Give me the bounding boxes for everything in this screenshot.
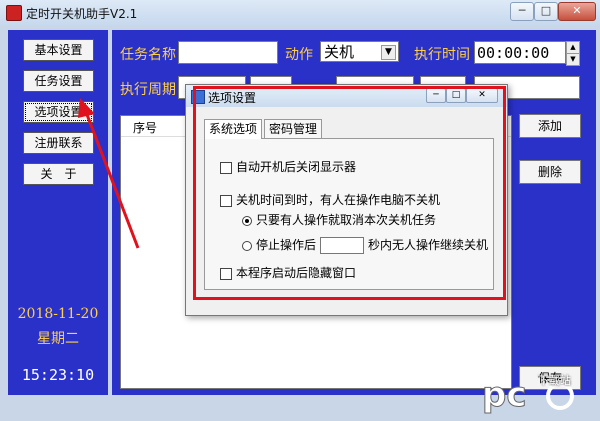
exec-time-label: 执行时间 xyxy=(414,47,470,63)
radio-cancel-button[interactable] xyxy=(242,215,252,226)
dialog-close-button[interactable]: ✕ xyxy=(466,88,498,103)
radio-stop-option[interactable]: 停止操作后 秒内无人操作继续关机 xyxy=(242,236,488,254)
minimize-button[interactable]: ─ xyxy=(510,2,534,21)
dialog-maximize-button[interactable]: □ xyxy=(446,88,466,103)
radio-stop-prefix: 停止操作后 xyxy=(256,238,317,252)
exec-time-input[interactable]: 00:00:00 xyxy=(474,41,566,64)
dialog-title-bar: 选项设置 ─ □ ✕ xyxy=(186,85,507,107)
no-shutdown-option[interactable]: 关机时间到时，有人在操作电脑不关机 xyxy=(220,191,440,208)
radio-stop-suffix: 秒内无人操作继续关机 xyxy=(368,238,489,252)
current-weekday: 星期二 xyxy=(37,331,79,347)
no-shutdown-checkbox[interactable] xyxy=(220,194,232,207)
dialog-minimize-button[interactable]: ─ xyxy=(426,88,446,103)
maximize-button[interactable]: □ xyxy=(534,2,558,21)
dialog-app-icon xyxy=(191,90,205,104)
option-settings-button[interactable]: 选项设置 xyxy=(23,101,94,123)
chevron-down-icon: ▼ xyxy=(381,45,396,60)
watermark-text: 下载站 xyxy=(538,374,571,387)
delete-button[interactable]: 删除 xyxy=(519,160,581,184)
hide-window-label: 本程序启动后隐藏窗口 xyxy=(236,266,357,280)
app-icon xyxy=(6,5,22,21)
hide-window-checkbox[interactable] xyxy=(220,267,232,280)
window-title: 定时开关机助手V2.1 xyxy=(26,7,138,21)
action-label: 动作 xyxy=(285,47,313,63)
hide-window-option[interactable]: 本程序启动后隐藏窗口 xyxy=(220,264,356,281)
current-date: 2018-11-20 xyxy=(17,306,99,322)
radio-stop-button[interactable] xyxy=(242,240,252,251)
title-bar: 定时开关机助手V2.1 ─ □ ✕ xyxy=(0,0,600,27)
basic-settings-button[interactable]: 基本设置 xyxy=(23,39,94,61)
action-select-value: 关机 xyxy=(324,43,355,61)
svg-text:pc: pc xyxy=(482,375,527,415)
task-settings-button[interactable]: 任务设置 xyxy=(23,70,94,92)
period-label: 执行周期 xyxy=(120,82,176,98)
close-button[interactable]: ✕ xyxy=(558,2,596,21)
options-dialog: 选项设置 ─ □ ✕ 系统选项 密码管理 自动开机后关闭显示器 关机时间到时，有… xyxy=(185,84,508,316)
current-time: 15:23:10 xyxy=(21,366,95,384)
idle-seconds-input[interactable] xyxy=(320,237,365,254)
radio-cancel-option[interactable]: 只要有人操作就取消本次关机任务 xyxy=(242,211,436,228)
register-contact-button[interactable]: 注册联系 xyxy=(23,132,94,154)
tab-password-management[interactable]: 密码管理 xyxy=(264,119,323,138)
close-display-label: 自动开机后关闭显示器 xyxy=(236,160,357,174)
close-display-checkbox[interactable] xyxy=(220,161,232,174)
time-down-icon[interactable]: ▼ xyxy=(566,53,580,66)
column-index: 序号 xyxy=(133,121,158,135)
task-name-input[interactable] xyxy=(178,41,278,64)
action-select[interactable]: 关机 ▼ xyxy=(320,41,399,62)
tab-system-options[interactable]: 系统选项 xyxy=(204,119,263,139)
about-button[interactable]: 关 于 xyxy=(23,163,94,185)
watermark: pc 下载站 xyxy=(480,366,595,416)
close-display-option[interactable]: 自动开机后关闭显示器 xyxy=(220,158,356,175)
dialog-title: 选项设置 xyxy=(208,91,257,105)
add-button[interactable]: 添加 xyxy=(519,114,581,138)
task-name-label: 任务名称 xyxy=(120,47,176,63)
no-shutdown-label: 关机时间到时，有人在操作电脑不关机 xyxy=(236,193,441,207)
radio-cancel-label: 只要有人操作就取消本次关机任务 xyxy=(256,213,437,227)
sidebar: 基本设置 任务设置 选项设置 注册联系 关 于 2018-11-20 星期二 1… xyxy=(8,30,108,395)
